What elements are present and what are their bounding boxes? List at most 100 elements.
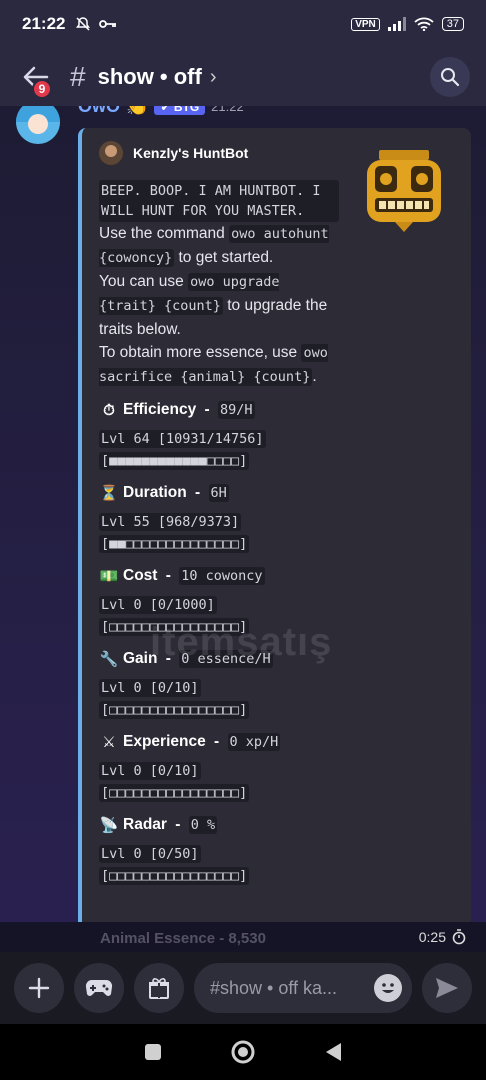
trait-gain: 🔧 Gain - 0 essence/H Lvl 0 [0/10] [□□□□□□□□… [99, 648, 459, 721]
trait-value: 0 % [188, 816, 218, 834]
chevron-right-icon[interactable]: › [210, 66, 217, 89]
intro-text: BEEP. BOOP. I AM HUNTBOT. I WILL HUNT FO… [99, 180, 339, 222]
channel-title[interactable]: show • off [98, 64, 202, 90]
trait-experience: ⚔ Experience - 0 xp/H Lvl 0 [0/10] [□□□□□□□… [99, 731, 459, 804]
emoji-button[interactable] [374, 974, 402, 1002]
desc-text: to get started. [174, 249, 274, 266]
smiley-icon [382, 983, 394, 993]
trait-name: Efficiency [123, 401, 197, 418]
desc-text: To obtain more essence, use [99, 344, 302, 361]
desc-text: . [312, 368, 317, 385]
trait-progress-bar: [■■■■■■■■■■■■□□□□] [99, 452, 250, 470]
trait-emoji-icon: ⚔ [102, 734, 116, 751]
hash-icon: # [70, 61, 86, 92]
trait-level: Lvl 0 [0/50] [99, 845, 201, 863]
gamepad-icon [85, 979, 113, 996]
trait-efficiency: ⏱ Efficiency - 89/H Lvl 64 [10931/14756] [■… [99, 399, 459, 472]
system-nav-bar [0, 1024, 486, 1080]
trait-progress-bar: [□□□□□□□□□□□□□□□□] [99, 784, 250, 802]
key-icon [99, 20, 117, 28]
trait-separator: - [190, 484, 205, 501]
author-name: Kenzly's HuntBot [133, 145, 249, 161]
trait-level-block: Lvl 0 [0/50] [□□□□□□□□□□□□□□□□] [99, 843, 459, 887]
trait-separator: - [209, 733, 224, 750]
trait-list: ⏱ Efficiency - 89/H Lvl 64 [10931/14756] [■… [99, 399, 459, 887]
trait-name: Gain [123, 650, 158, 667]
trait-emoji-icon: 🔧 [99, 651, 119, 668]
bell-off-icon [76, 17, 91, 31]
back-nav-button[interactable] [323, 1041, 343, 1063]
gift-icon [149, 978, 169, 999]
trait-name: Duration [123, 484, 187, 501]
unread-badge: 9 [32, 79, 52, 99]
trait-emoji-icon: ⏳ [99, 485, 119, 502]
username[interactable]: OwO [78, 106, 120, 117]
trait-level: Lvl 0 [0/10] [99, 679, 201, 697]
trait-title: 💵 Cost - 10 cowoncy [99, 565, 459, 587]
trait-title: ⚔ Experience - 0 xp/H [99, 731, 459, 753]
trait-progress-bar: [■■□□□□□□□□□□□□□□] [99, 535, 250, 553]
signal-icon [387, 17, 406, 31]
clock: 21:22 [22, 14, 66, 33]
send-icon [436, 978, 458, 998]
message-input[interactable]: #show • off ka... [194, 963, 412, 1013]
trait-value: 89/H [218, 401, 255, 419]
search-icon [441, 68, 460, 87]
huntbot-embed: Kenzly's HuntBot BEEP. BOOP. I AM HUNTBO… [78, 128, 471, 922]
gift-button[interactable] [134, 963, 184, 1013]
avatar[interactable] [16, 106, 60, 144]
trait-emoji-icon: 💵 [99, 568, 119, 585]
trait-value: 10 cowoncy [179, 567, 265, 585]
trait-emoji-icon: ⏱ [103, 401, 115, 419]
trait-separator: - [170, 816, 185, 833]
recents-button[interactable] [143, 1042, 163, 1062]
robot-thumbnail-icon [367, 150, 441, 232]
hand-emoji-icon: 👏 [126, 106, 149, 116]
add-button[interactable] [14, 963, 64, 1013]
trait-value: 0 xp/H [227, 733, 281, 751]
battery-icon: 37 [441, 17, 464, 31]
composer: #show • off ka... [0, 952, 486, 1024]
trait-title: 🔧 Gain - 0 essence/H [99, 648, 459, 670]
trait-title: 📡 Radar - 0 % [99, 814, 459, 836]
trait-level: Lvl 55 [968/9373] [99, 513, 242, 531]
trait-level-block: Lvl 0 [0/10] [□□□□□□□□□□□□□□□□] [99, 760, 459, 804]
trait-cost: 💵 Cost - 10 cowoncy Lvl 0 [0/1000] [□□□□□□□… [99, 565, 459, 638]
trait-level: Lvl 64 [10931/14756] [99, 430, 266, 448]
status-bar: 21:22 VPN 37 [0, 0, 486, 48]
vpn-icon: VPN [351, 17, 380, 31]
next-field-peek: Animal Essence - 8,530 [100, 930, 266, 947]
plus-icon [28, 977, 50, 999]
desc-text: You can use [99, 273, 189, 290]
trait-progress-bar: [□□□□□□□□□□□□□□□□] [99, 618, 250, 636]
message-list[interactable]: OwO 👏 ✔ BTG 21:22 Kenzly's HuntBot BEEP.… [0, 106, 486, 922]
desc-text: Use the command [99, 225, 230, 242]
desc-line-2: You can use owo upgrade {trait} {count} … [99, 270, 339, 341]
trait-separator: - [161, 567, 176, 584]
trait-title: ⏱ Efficiency - 89/H [99, 399, 459, 421]
trait-title: ⏳ Duration - 6H [99, 482, 459, 504]
trait-value: 6H [208, 484, 229, 502]
trait-separator: - [161, 650, 176, 667]
trait-name: Experience [123, 733, 206, 750]
trait-level: Lvl 0 [0/10] [99, 762, 201, 780]
trait-value: 0 essence/H [179, 650, 273, 668]
desc-line-3: To obtain more essence, use owo sacrific… [99, 341, 339, 389]
trait-progress-bar: [□□□□□□□□□□□□□□□□] [99, 867, 250, 885]
trait-level-block: Lvl 0 [0/1000] [□□□□□□□□□□□□□□□□] [99, 594, 459, 638]
trait-separator: - [200, 401, 215, 418]
search-button[interactable] [430, 57, 470, 97]
timer-text: 0:25 [418, 929, 446, 945]
channel-header: 9 # show • off › [0, 48, 486, 106]
trait-progress-bar: [□□□□□□□□□□□□□□□□] [99, 701, 250, 719]
home-button[interactable] [230, 1039, 256, 1065]
back-button[interactable]: 9 [16, 57, 56, 99]
author-avatar [99, 141, 123, 165]
trait-level-block: Lvl 64 [10931/14756] [■■■■■■■■■■■■□□□□] [99, 428, 459, 472]
message-header: OwO 👏 ✔ BTG 21:22 [78, 106, 244, 117]
trait-name: Radar [123, 816, 167, 833]
desc-line-1: Use the command owo autohunt {cowoncy} t… [99, 222, 339, 270]
games-button[interactable] [74, 963, 124, 1013]
wifi-icon [414, 17, 434, 31]
send-button[interactable] [422, 963, 472, 1013]
